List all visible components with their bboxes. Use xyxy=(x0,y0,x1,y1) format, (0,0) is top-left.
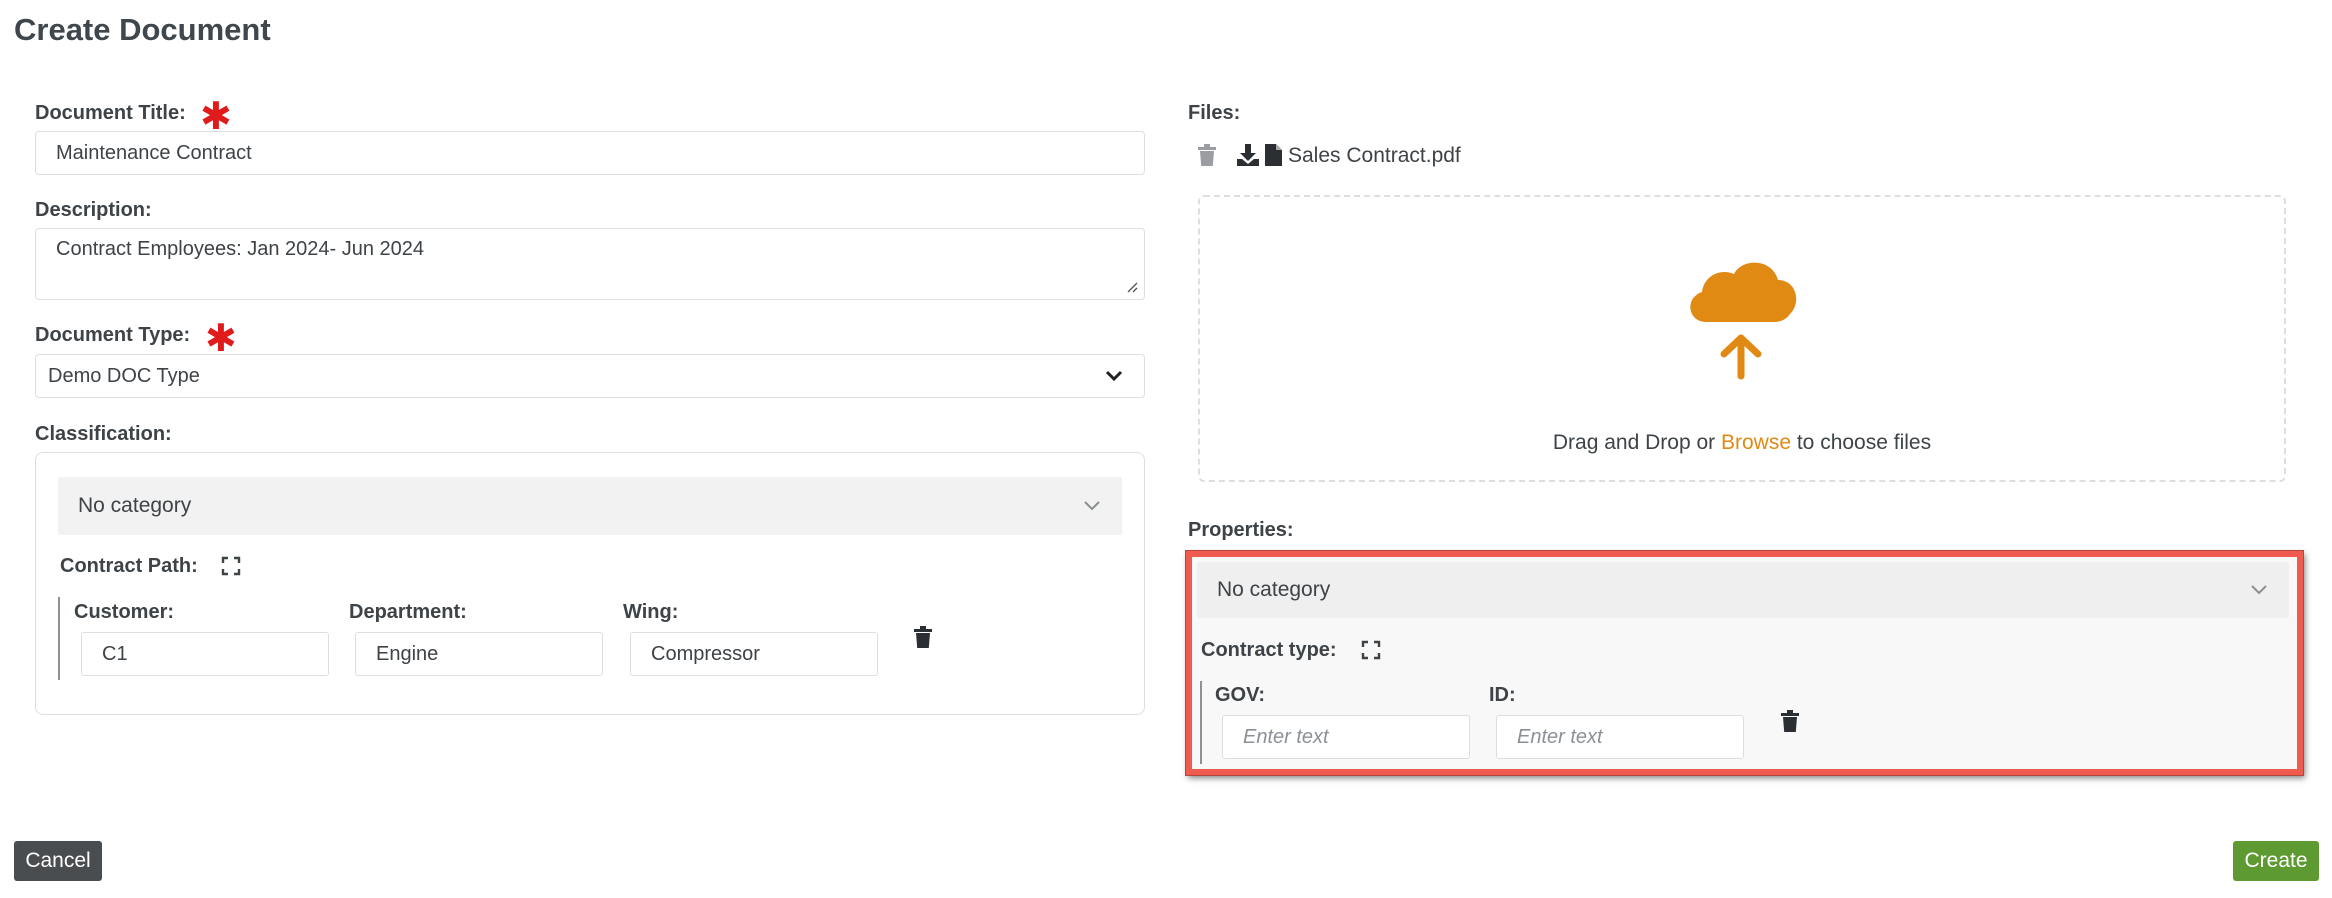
properties-label: Properties: xyxy=(1188,519,1294,541)
page-title: Create Document xyxy=(14,12,271,47)
id-input[interactable]: Enter text xyxy=(1496,715,1744,759)
document-title-input[interactable]: Maintenance Contract xyxy=(35,131,1145,175)
expand-icon[interactable] xyxy=(221,556,241,576)
required-asterisk-icon: ✱ xyxy=(205,318,237,360)
cancel-button[interactable]: Cancel xyxy=(14,841,102,881)
resize-handle-icon[interactable] xyxy=(1126,281,1138,293)
id-placeholder: Enter text xyxy=(1517,725,1603,748)
department-input[interactable]: Engine xyxy=(355,632,603,676)
document-type-label: Document Type: xyxy=(35,324,191,346)
dropzone-text-before: Drag and Drop or xyxy=(1552,431,1721,454)
document-title-label: Document Title: xyxy=(35,102,186,124)
customer-value: C1 xyxy=(102,642,128,665)
trash-icon[interactable] xyxy=(914,626,932,648)
description-label: Description: xyxy=(35,199,152,221)
files-label: Files: xyxy=(1188,102,1241,124)
id-label: ID: xyxy=(1489,684,1516,706)
wing-input[interactable]: Compressor xyxy=(630,632,878,676)
department-label: Department: xyxy=(349,601,467,623)
dropzone-text: Drag and Drop or Browse to choose files xyxy=(1198,431,2286,455)
document-title-value: Maintenance Contract xyxy=(56,141,252,164)
download-icon[interactable] xyxy=(1237,144,1259,166)
customer-label: Customer: xyxy=(74,601,175,623)
wing-label: Wing: xyxy=(623,601,679,623)
contract-type-label: Contract type: xyxy=(1201,639,1337,661)
document-type-value: Demo DOC Type xyxy=(48,364,200,387)
properties-category-select[interactable]: No category xyxy=(1197,562,2289,618)
gov-label: GOV: xyxy=(1215,684,1266,706)
trash-icon[interactable] xyxy=(1198,144,1216,166)
classification-category-value: No category xyxy=(78,494,192,517)
dropzone-text-after: to choose files xyxy=(1791,431,1932,454)
gov-placeholder: Enter text xyxy=(1243,725,1329,748)
gov-input[interactable]: Enter text xyxy=(1222,715,1470,759)
classification-category-select[interactable]: No category xyxy=(58,477,1122,535)
wing-value: Compressor xyxy=(651,642,760,665)
file-name[interactable]: Sales Contract.pdf xyxy=(1288,144,1461,168)
classification-label: Classification: xyxy=(35,423,172,445)
cloud-upload-icon xyxy=(1690,262,1797,380)
customer-input[interactable]: C1 xyxy=(81,632,329,676)
contract-path-label: Contract Path: xyxy=(60,555,198,577)
department-value: Engine xyxy=(376,642,439,665)
file-icon xyxy=(1265,144,1282,166)
properties-category-value: No category xyxy=(1217,578,1331,601)
browse-link[interactable]: Browse xyxy=(1721,431,1791,454)
chevron-down-icon xyxy=(1105,370,1123,382)
type-divider xyxy=(1200,681,1202,764)
description-textarea[interactable]: Contract Employees: Jan 2024- Jun 2024 xyxy=(35,228,1145,300)
expand-icon[interactable] xyxy=(1361,640,1381,660)
path-divider xyxy=(58,597,60,680)
description-value: Contract Employees: Jan 2024- Jun 2024 xyxy=(56,238,424,260)
trash-icon[interactable] xyxy=(1781,710,1799,732)
chevron-down-icon xyxy=(1084,501,1100,511)
chevron-down-icon xyxy=(2251,585,2267,595)
document-type-select[interactable]: Demo DOC Type xyxy=(35,354,1145,398)
create-button[interactable]: Create xyxy=(2233,841,2319,881)
